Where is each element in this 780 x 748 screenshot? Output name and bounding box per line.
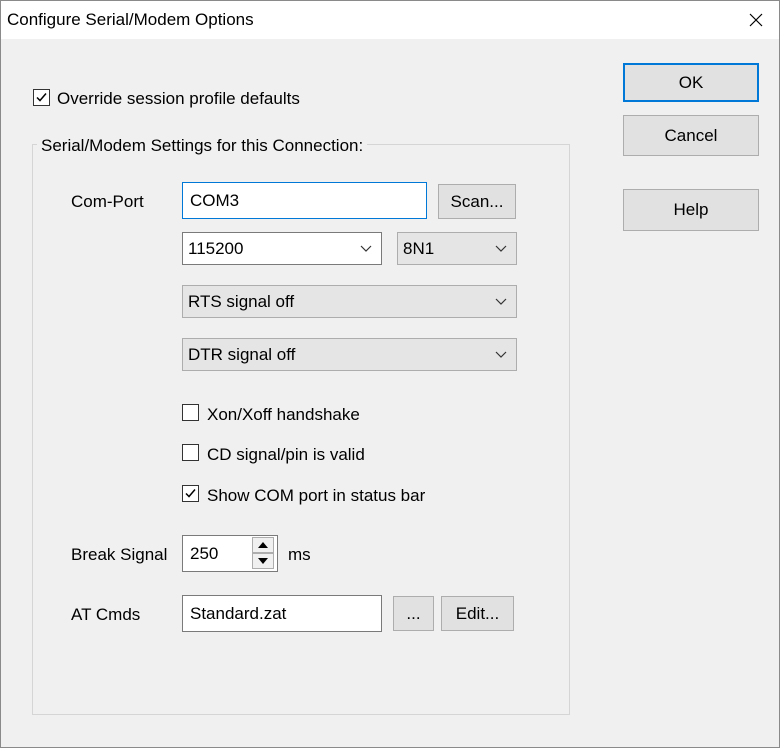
scan-button[interactable]: Scan... <box>438 184 516 219</box>
chevron-down-icon <box>495 298 507 305</box>
close-button[interactable] <box>733 1 779 39</box>
com-port-value: COM3 <box>190 190 240 210</box>
scan-button-label: Scan... <box>450 191 504 211</box>
xon-xoff-label: Xon/Xoff handshake <box>207 405 360 424</box>
browse-button[interactable]: ... <box>393 596 434 631</box>
close-icon <box>749 13 763 27</box>
override-checkbox[interactable] <box>33 89 50 106</box>
chevron-down-icon <box>495 351 507 358</box>
override-label: Override session profile defaults <box>57 89 300 108</box>
at-cmds-value: Standard.zat <box>190 603 287 623</box>
group-label: Serial/Modem Settings for this Connectio… <box>37 136 368 156</box>
spin-up-icon <box>258 542 268 548</box>
data-format-value: 8N1 <box>403 238 435 258</box>
cd-signal-label: CD signal/pin is valid <box>207 445 365 464</box>
browse-button-label: ... <box>406 603 421 623</box>
dtr-signal-select[interactable]: DTR signal off <box>182 338 517 371</box>
spin-up-button[interactable] <box>252 537 274 553</box>
show-com-port-checkbox[interactable] <box>182 485 199 502</box>
edit-button-label: Edit... <box>455 603 500 623</box>
data-format-select[interactable]: 8N1 <box>397 232 517 265</box>
break-signal-unit: ms <box>288 545 311 564</box>
cancel-button[interactable]: Cancel <box>623 115 759 156</box>
com-port-label: Com-Port <box>71 192 144 211</box>
chevron-down-icon <box>360 245 372 252</box>
show-com-port-label: Show COM port in status bar <box>207 486 426 505</box>
at-cmds-input[interactable]: Standard.zat <box>182 595 382 632</box>
edit-button[interactable]: Edit... <box>441 596 514 631</box>
title-bar: Configure Serial/Modem Options <box>1 1 779 39</box>
checkmark-icon <box>36 93 47 102</box>
configure-serial-modem-dialog: Configure Serial/Modem Options Override … <box>0 0 780 748</box>
ok-button-label: OK <box>678 72 704 92</box>
break-signal-label: Break Signal <box>71 545 168 564</box>
spin-down-icon <box>258 558 268 564</box>
dtr-signal-value: DTR signal off <box>188 344 296 364</box>
ok-button[interactable]: OK <box>623 63 759 102</box>
xon-xoff-checkbox[interactable] <box>182 404 199 421</box>
com-port-input[interactable]: COM3 <box>182 182 427 219</box>
baud-rate-value: 115200 <box>188 238 244 258</box>
rts-signal-select[interactable]: RTS signal off <box>182 285 517 318</box>
baud-rate-select[interactable]: 115200 <box>182 232 382 265</box>
checkmark-icon <box>185 489 196 498</box>
help-button[interactable]: Help <box>623 189 759 231</box>
rts-signal-value: RTS signal off <box>188 291 295 311</box>
chevron-down-icon <box>495 245 507 252</box>
help-button-label: Help <box>673 200 709 219</box>
at-cmds-label: AT Cmds <box>71 605 141 624</box>
break-signal-value: 250 <box>190 543 219 563</box>
cd-signal-checkbox[interactable] <box>182 444 199 461</box>
spin-down-button[interactable] <box>252 553 274 569</box>
cancel-button-label: Cancel <box>664 125 718 145</box>
window-title: Configure Serial/Modem Options <box>7 10 254 29</box>
